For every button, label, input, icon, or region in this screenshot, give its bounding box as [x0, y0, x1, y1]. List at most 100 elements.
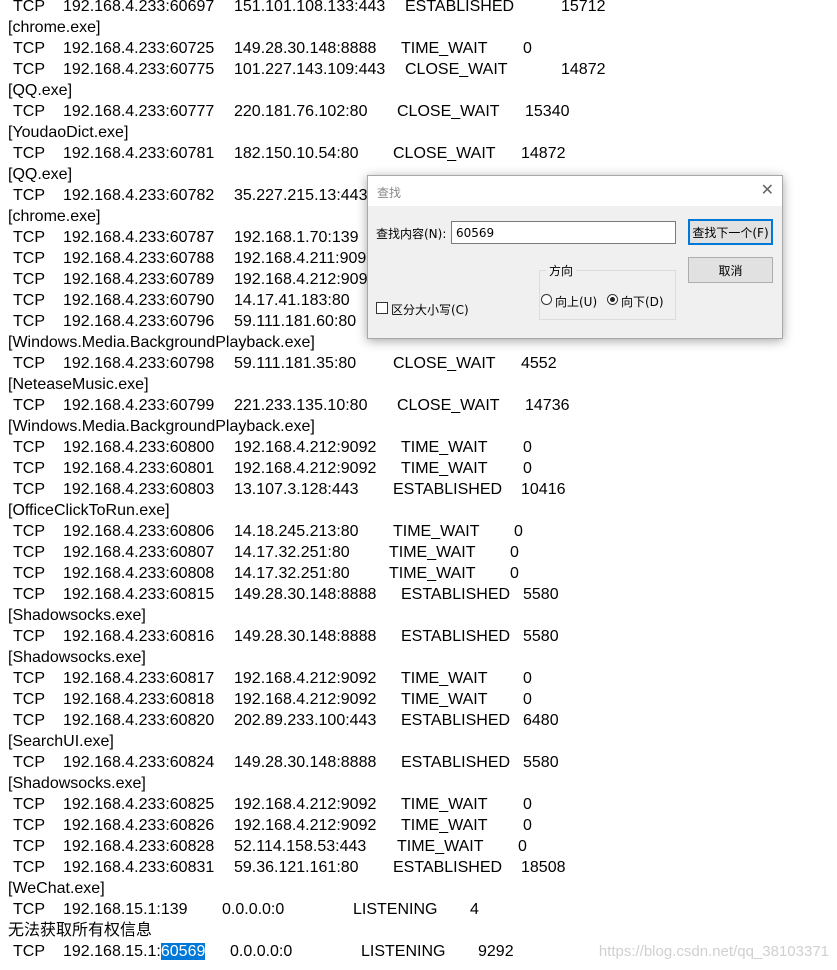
process-name: 无法获取所有权信息 — [8, 922, 153, 939]
local-address: 192.168.4.233:60697 — [63, 0, 215, 15]
local-address: 192.168.4.233:60808 — [63, 565, 215, 582]
state: TIME_WAIT — [401, 796, 488, 813]
state: ESTABLISHED — [405, 0, 515, 15]
foreign-address: 59.36.121.161:80 — [234, 859, 359, 876]
pid: 0 — [510, 544, 519, 561]
protocol: TCP — [13, 460, 45, 477]
process-name: [YoudaoDict.exe] — [8, 124, 129, 141]
local-address: 192.168.4.233:60817 — [63, 670, 215, 687]
netstat-output: TCP 192.168.4.233:60697 151.101.108.133:44… — [0, 0, 837, 962]
connection-line: TCP 192.168.4.233:60800 192.168.4.212:9092… — [0, 437, 837, 458]
protocol: TCP — [13, 691, 45, 708]
protocol: TCP — [13, 859, 45, 876]
process-name-line: [WeChat.exe] — [0, 878, 837, 899]
foreign-address: 14.17.32.251:80 — [234, 544, 350, 561]
connection-line: TCP 192.168.4.233:60824 149.28.30.148:8888… — [0, 752, 837, 773]
foreign-address: 59.111.181.35:80 — [234, 355, 357, 372]
foreign-address: 151.101.108.133:443 — [234, 0, 386, 15]
connection-line: TCP 192.168.4.233:60697 151.101.108.133:44… — [0, 0, 837, 17]
protocol: TCP — [13, 271, 45, 288]
cancel-button[interactable]: 取消 — [688, 257, 773, 283]
process-name-line: [NeteaseMusic.exe] — [0, 374, 837, 395]
protocol: TCP — [13, 712, 45, 729]
pid: 4552 — [521, 355, 557, 372]
connection-line: TCP 192.168.4.233:60777 220.181.76.102:80 C… — [0, 101, 837, 122]
foreign-address: 202.89.233.100:443 — [234, 712, 377, 729]
close-icon[interactable]: ✕ — [761, 180, 774, 199]
foreign-address: 0.0.0.0:0 — [222, 901, 285, 918]
process-name-line: 无法获取所有权信息 — [0, 920, 837, 941]
process-name-line: [OfficeClickToRun.exe] — [0, 500, 837, 521]
connection-line: TCP 192.168.4.233:60806 14.18.245.213:80 TI… — [0, 521, 837, 542]
connection-line: TCP 192.168.4.233:60807 14.17.32.251:80 TIM… — [0, 542, 837, 563]
local-address: 192.168.4.233:60825 — [63, 796, 215, 813]
pid: 10416 — [521, 481, 566, 498]
pid: 5580 — [523, 586, 559, 603]
local-address: 192.168.4.233:60787 — [63, 229, 215, 246]
protocol: TCP — [13, 40, 45, 57]
pid: 0 — [523, 460, 532, 477]
foreign-address: 192.168.4.211:909 — [234, 250, 367, 267]
process-name: [QQ.exe] — [8, 82, 73, 99]
connection-line: TCP 192.168.4.233:60817 192.168.4.212:9092… — [0, 668, 837, 689]
connection-line: TCP 192.168.4.233:60799 221.233.135.10:80 C… — [0, 395, 837, 416]
protocol: TCP — [13, 670, 45, 687]
protocol: TCP — [13, 187, 45, 204]
state: ESTABLISHED — [401, 586, 511, 603]
local-address: 192.168.4.233:60775 — [63, 61, 215, 78]
protocol: TCP — [13, 145, 45, 162]
protocol: TCP — [13, 586, 45, 603]
process-name: [QQ.exe] — [8, 166, 73, 183]
local-address: 192.168.4.233:60806 — [63, 523, 215, 540]
find-dialog: 查找 ✕ 查找内容(N): 查找下一个(F) 取消 方向 向上(U) 向下(D)… — [367, 175, 783, 339]
match-case-label[interactable]: 区分大小写(C) — [391, 301, 469, 318]
protocol: TCP — [13, 544, 45, 561]
direction-down-label[interactable]: 向下(D) — [621, 293, 664, 310]
match-case-checkbox[interactable] — [376, 302, 388, 314]
connection-line: TCP 192.168.4.233:60815 149.28.30.148:8888… — [0, 584, 837, 605]
pid: 0 — [523, 691, 532, 708]
foreign-address: 149.28.30.148:8888 — [234, 628, 377, 645]
direction-down-radio[interactable] — [607, 294, 618, 305]
local-address: 192.168.4.233:60816 — [63, 628, 215, 645]
protocol: TCP — [13, 796, 45, 813]
connection-line: TCP 192.168.15.1:139 0.0.0.0:0 LISTENING 4 — [0, 899, 837, 920]
state: TIME_WAIT — [389, 544, 476, 561]
direction-up-radio[interactable] — [541, 294, 552, 305]
state: TIME_WAIT — [401, 817, 488, 834]
foreign-address: 192.168.4.212:9092 — [234, 460, 377, 477]
connection-line: TCP 192.168.4.233:60808 14.17.32.251:80 TIM… — [0, 563, 837, 584]
process-name: [Shadowsocks.exe] — [8, 649, 146, 666]
pid: 4 — [470, 901, 479, 918]
pid: 9292 — [478, 943, 514, 960]
state: CLOSE_WAIT — [405, 61, 508, 78]
state: ESTABLISHED — [401, 754, 511, 771]
pid: 0 — [514, 523, 523, 540]
protocol: TCP — [13, 565, 45, 582]
find-what-input[interactable] — [451, 221, 676, 244]
foreign-address: 192.168.4.212:9092 — [234, 670, 377, 687]
foreign-address: 192.168.4.212:9092 — [234, 691, 377, 708]
pid: 18508 — [521, 859, 566, 876]
pid: 5580 — [523, 754, 559, 771]
local-address: 192.168.4.233:60782 — [63, 187, 215, 204]
pid: 0 — [523, 40, 532, 57]
foreign-address: 192.168.1.70:139 — [234, 229, 359, 246]
watermark: https://blog.csdn.net/qq_38103371 — [598, 943, 829, 960]
protocol: TCP — [13, 0, 45, 15]
protocol: TCP — [13, 61, 45, 78]
find-next-button[interactable]: 查找下一个(F) — [688, 219, 773, 245]
foreign-address: 221.233.135.10:80 — [234, 397, 368, 414]
connection-line: TCP 192.168.4.233:60826 192.168.4.212:9092… — [0, 815, 837, 836]
direction-up-label[interactable]: 向上(U) — [555, 293, 597, 310]
local-address: 192.168.4.233:60781 — [63, 145, 215, 162]
search-highlight: 60569 — [160, 943, 206, 960]
foreign-address: 14.17.41.183:80 — [234, 292, 350, 309]
foreign-address: 149.28.30.148:8888 — [234, 586, 377, 603]
process-name: [NeteaseMusic.exe] — [8, 376, 149, 393]
state: CLOSE_WAIT — [397, 103, 500, 120]
connection-line: TCP 192.168.4.233:60725 149.28.30.148:8888… — [0, 38, 837, 59]
state: TIME_WAIT — [401, 439, 488, 456]
dialog-title-bar[interactable]: 查找 ✕ — [368, 176, 782, 206]
local-address: 192.168.4.233:60801 — [63, 460, 215, 477]
